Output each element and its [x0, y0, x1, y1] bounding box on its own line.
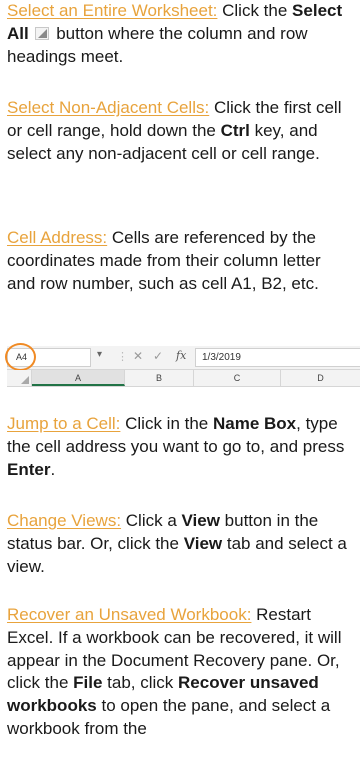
- tip-recover: Recover an Unsaved Workbook: Restart Exc…: [7, 604, 353, 741]
- tip-bold: View: [181, 511, 220, 530]
- page: Select an Entire Worksheet: Click the Se…: [0, 0, 360, 782]
- tip-cell-address: Cell Address: Cells are referenced by th…: [7, 227, 353, 295]
- tip-heading-recover[interactable]: Recover an Unsaved Workbook:: [7, 605, 251, 624]
- tip-bold: Name Box: [212, 414, 297, 433]
- tip-bold: View: [183, 533, 223, 553]
- column-header-a[interactable]: A: [32, 370, 125, 386]
- tip-heading-non-adjacent[interactable]: Select Non-Adjacent Cells:: [7, 98, 209, 117]
- insert-function-icon[interactable]: fx: [176, 349, 186, 362]
- column-headers: A B C D: [7, 370, 360, 387]
- separator-icon: ⋮: [117, 351, 128, 363]
- tip-bold: File: [73, 673, 103, 693]
- formula-bar: A4 ▾ ⋮ ✕ ✓ fx 1/3/2019: [5, 343, 360, 371]
- tip-heading-jump[interactable]: Jump to a Cell:: [7, 414, 120, 433]
- column-header-b[interactable]: B: [125, 370, 194, 386]
- tip-text: Click a: [121, 511, 182, 530]
- tip-heading-views[interactable]: Change Views:: [7, 511, 121, 530]
- tip-text: Click in the: [120, 414, 213, 433]
- tip-text: .: [50, 459, 56, 479]
- highlight-circle: [5, 343, 36, 371]
- tip-views: Change Views: Click a View button in the…: [7, 510, 353, 578]
- tip-select-all: Select an Entire Worksheet: Click the Se…: [7, 0, 353, 68]
- tip-bold: Ctrl: [220, 120, 250, 140]
- tip-heading-select-all[interactable]: Select an Entire Worksheet:: [7, 1, 217, 20]
- column-header-d[interactable]: D: [281, 370, 360, 386]
- column-header-c[interactable]: C: [194, 370, 281, 386]
- cancel-icon[interactable]: ✕: [133, 349, 143, 363]
- tip-text: button where the column and row headings…: [7, 23, 308, 66]
- tip-text: Click the: [217, 1, 293, 20]
- tip-jump: Jump to a Cell: Click in the Name Box, t…: [7, 413, 353, 481]
- enter-icon[interactable]: ✓: [153, 349, 163, 363]
- select-all-icon: [35, 26, 50, 40]
- formula-input[interactable]: 1/3/2019: [195, 348, 360, 367]
- tip-heading-cell-address[interactable]: Cell Address:: [7, 228, 107, 247]
- tip-non-adjacent: Select Non-Adjacent Cells: Click the fir…: [7, 97, 353, 165]
- tip-bold: Enter: [7, 459, 51, 479]
- tip-text: tab, click: [102, 673, 179, 693]
- excel-formula-bar-screenshot: A4 ▾ ⋮ ✕ ✓ fx 1/3/2019 A B C D: [5, 343, 360, 387]
- dropdown-arrow-icon[interactable]: ▾: [97, 349, 102, 360]
- formula-value: 1/3/2019: [202, 352, 241, 363]
- select-all-button[interactable]: [7, 370, 32, 386]
